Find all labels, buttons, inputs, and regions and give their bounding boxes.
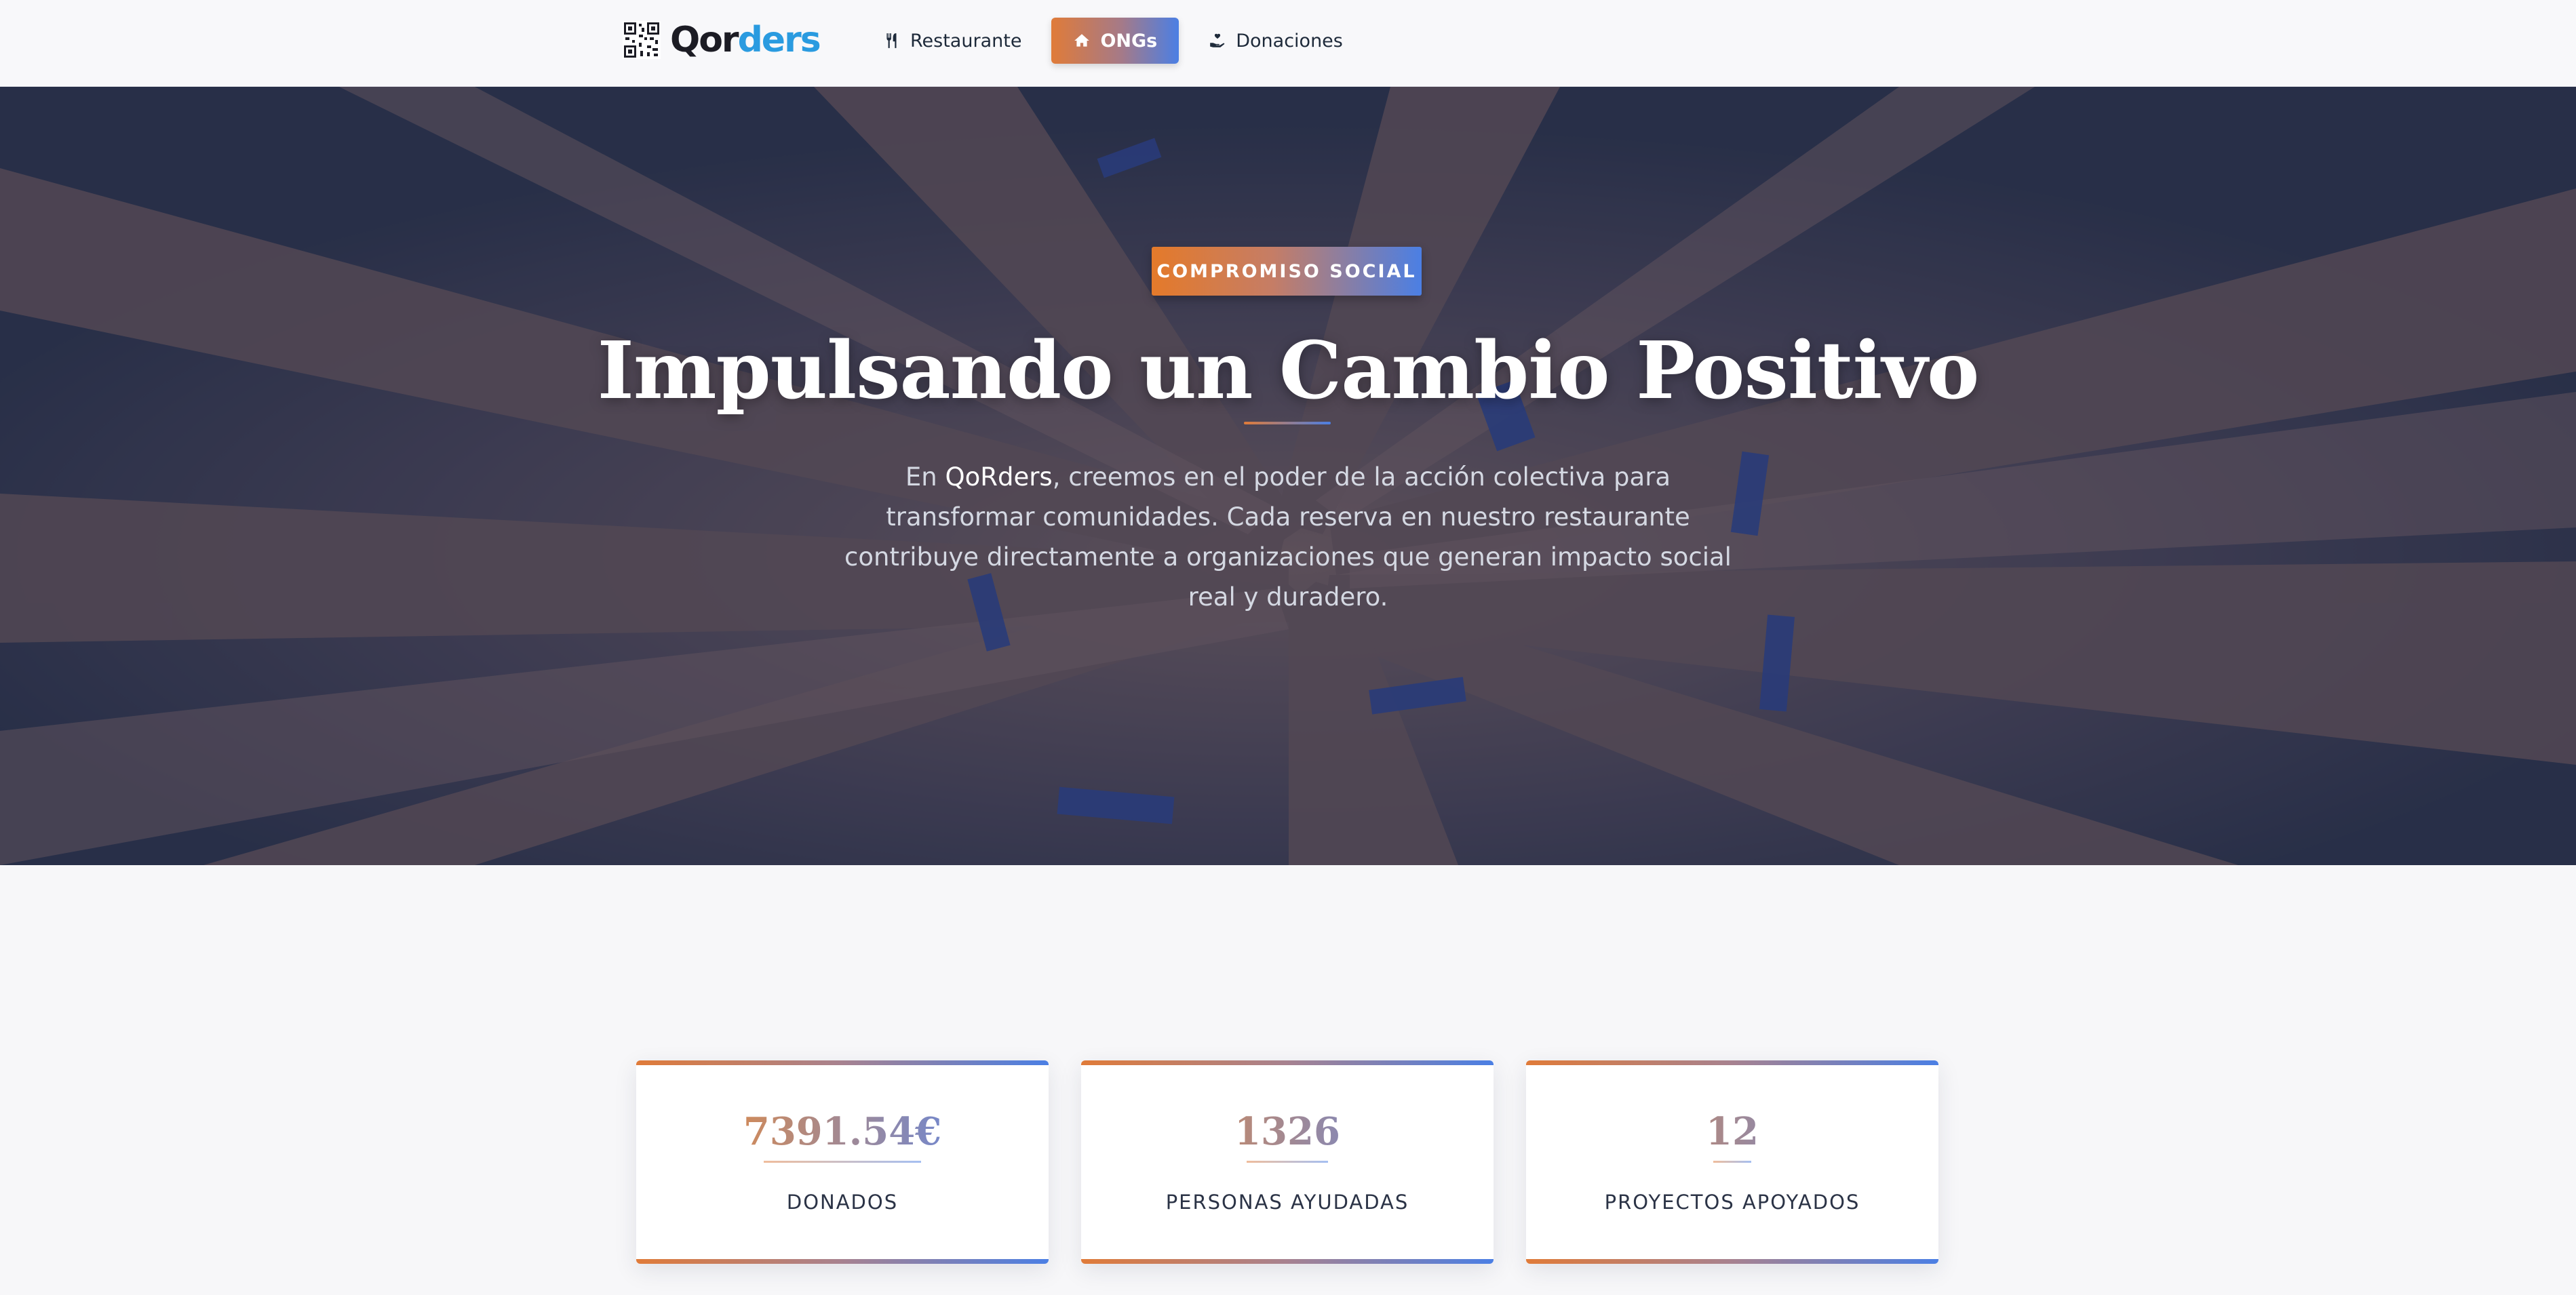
- brand-name: Qorders: [670, 20, 821, 60]
- stat-label: DONADOS: [786, 1191, 899, 1214]
- nav-menu: Restaurante ONGs Donaciones: [861, 18, 1373, 64]
- stat-value: 12: [1526, 1109, 1938, 1154]
- stat-label: PROYECTOS APOYADOS: [1604, 1191, 1860, 1214]
- stat-card-donados: 7391.54€ DONADOS: [636, 1060, 1049, 1264]
- hero-section: COMPROMISO SOCIAL Impulsando un Cambio P…: [0, 87, 2576, 865]
- stat-value: 7391.54€: [636, 1109, 1049, 1154]
- brand-mention: QoRders: [945, 462, 1053, 492]
- hero-description: En QoRders, creemos en el poder de la ac…: [844, 462, 1732, 612]
- stat-value-underline: [1247, 1161, 1328, 1163]
- stat-card-proyectos-apoyados: 12 PROYECTOS APOYADOS: [1526, 1060, 1938, 1264]
- nav-item-donaciones[interactable]: Donaciones: [1187, 18, 1365, 64]
- title-underline: [1244, 422, 1331, 424]
- hero-title: Impulsando un Cambio Positivo: [597, 325, 1980, 417]
- brand-logo[interactable]: Qorders: [623, 19, 821, 61]
- nav-item-ongs[interactable]: ONGs: [1051, 18, 1179, 64]
- home-icon: [1074, 34, 1090, 47]
- stat-card-personas-ayudadas: 1326 PERSONAS AYUDADAS: [1081, 1060, 1494, 1264]
- compromiso-social-badge: COMPROMISO SOCIAL: [1152, 247, 1422, 296]
- stat-value: 1326: [1081, 1109, 1494, 1154]
- nav-item-restaurante[interactable]: Restaurante: [861, 18, 1043, 64]
- utensils-icon: [886, 33, 897, 48]
- top-navbar: Qorders Restaurante ONGs Donaciones: [0, 0, 2576, 87]
- stat-label: PERSONAS AYUDADAS: [1165, 1191, 1409, 1214]
- stat-value-underline: [764, 1161, 921, 1163]
- stats-section: 7391.54€ DONADOS 1326 PERSONAS AYUDADAS …: [0, 865, 2576, 1295]
- stat-value-underline: [1713, 1161, 1751, 1163]
- hand-holding-heart-icon: [1210, 33, 1225, 47]
- qr-code-icon: [623, 21, 661, 59]
